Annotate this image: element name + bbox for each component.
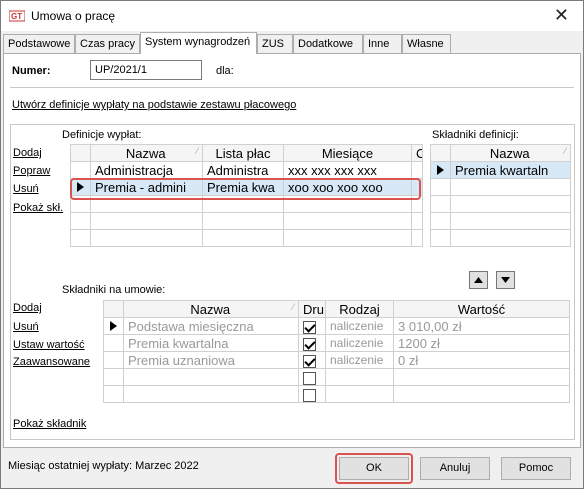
col-dru[interactable]: Dru [298,300,326,318]
row-pointer-icon [110,320,117,331]
table-row[interactable]: Premia uznaniowa naliczenie 0 zł [103,351,570,369]
triangle-up-icon [474,277,483,283]
show-component-link[interactable]: Pokaż składnik [13,418,86,430]
dru-checkbox[interactable] [303,354,316,368]
tab-podstawowe[interactable]: Podstawowe [3,34,75,53]
col-nazwa[interactable]: Nazwa ⁄ [450,144,571,162]
tab-zus[interactable]: ZUS [257,34,293,53]
highlight-ok [335,453,413,484]
triangle-down-icon [501,277,510,283]
title-bar: GT Umowa o pracę ✕ [1,1,583,31]
numer-label: Numer: [12,65,51,77]
table-row[interactable]: Administracja Administra xxx xxx xxx xxx [70,161,423,179]
svg-text:GT: GT [11,12,22,21]
help-button[interactable]: Pomoc [501,457,571,480]
col-miesiace[interactable]: Miesiące [283,144,412,162]
col-wartosc[interactable]: Wartość [393,300,570,318]
move-up-button[interactable] [469,271,488,289]
tab-inne[interactable]: Inne [363,34,402,53]
def-delete-link[interactable]: Usuń [13,183,39,195]
tab-dodatkowe[interactable]: Dodatkowe [293,34,363,53]
cancel-button[interactable]: Anuluj [420,457,490,480]
col-nazwa[interactable]: Nazwa ⁄ [123,300,299,318]
table-row-selected[interactable]: Premia kwartaln [430,161,571,179]
col-c[interactable]: C [411,144,423,162]
last-payout-status: Miesiąc ostatniej wypłaty: Marzec 2022 [8,460,199,472]
dla-label: dla: [216,65,234,77]
definitions-title: Definicje wypłat: [62,129,142,141]
dru-checkbox[interactable] [303,320,316,334]
components-def-table: Nazwa ⁄ Premia kwartaln [430,144,571,247]
divider [10,87,574,88]
table-row[interactable]: Podstawa miesięczna naliczenie 3 010,00 … [103,317,570,335]
def-add-link[interactable]: Dodaj [13,147,42,159]
dru-checkbox[interactable] [303,371,316,385]
def-show-components-link[interactable]: Pokaż skł. [13,202,63,214]
dru-checkbox[interactable] [303,388,316,402]
dialog-window: GT Umowa o pracę ✕ Podstawowe Czas pracy… [0,0,584,489]
numer-input[interactable]: UP/2021/1 [90,60,202,80]
def-edit-link[interactable]: Popraw [13,165,50,177]
row-pointer-icon [437,164,444,175]
window-title: Umowa o pracę [31,9,116,23]
contract-delete-link[interactable]: Usuń [13,321,39,333]
dru-checkbox[interactable] [303,337,316,351]
col-rodzaj[interactable]: Rodzaj [325,300,394,318]
table-row[interactable]: Premia kwartalna naliczenie 1200 zł [103,334,570,352]
create-from-set-link[interactable]: Utwórz definicje wypłaty na podstawie ze… [12,99,296,111]
tab-system-wynagrodzen[interactable]: System wynagrodzeń [140,32,257,54]
advanced-link[interactable]: Zaawansowane [13,356,90,368]
highlight-selected-definition [70,178,421,200]
col-nazwa[interactable]: Nazwa ⁄ [90,144,203,162]
components-def-title: Składniki definicji: [432,129,519,141]
col-lista-plac[interactable]: Lista płac [202,144,284,162]
move-down-button[interactable] [496,271,515,289]
tab-page: Numer: UP/2021/1 dla: Utwórz definicje w… [3,53,581,448]
app-logo-icon: GT [9,10,25,22]
tab-wlasne[interactable]: Własne [402,34,451,53]
set-value-link[interactable]: Ustaw wartość [13,339,85,351]
contract-add-link[interactable]: Dodaj [13,302,42,314]
close-icon[interactable]: ✕ [554,5,569,26]
tab-czas-pracy[interactable]: Czas pracy [75,34,140,53]
contract-components-table: Nazwa ⁄ Dru Rodzaj Wartość Podstawa miesi… [103,300,570,403]
contract-components-title: Składniki na umowie: [62,284,166,296]
